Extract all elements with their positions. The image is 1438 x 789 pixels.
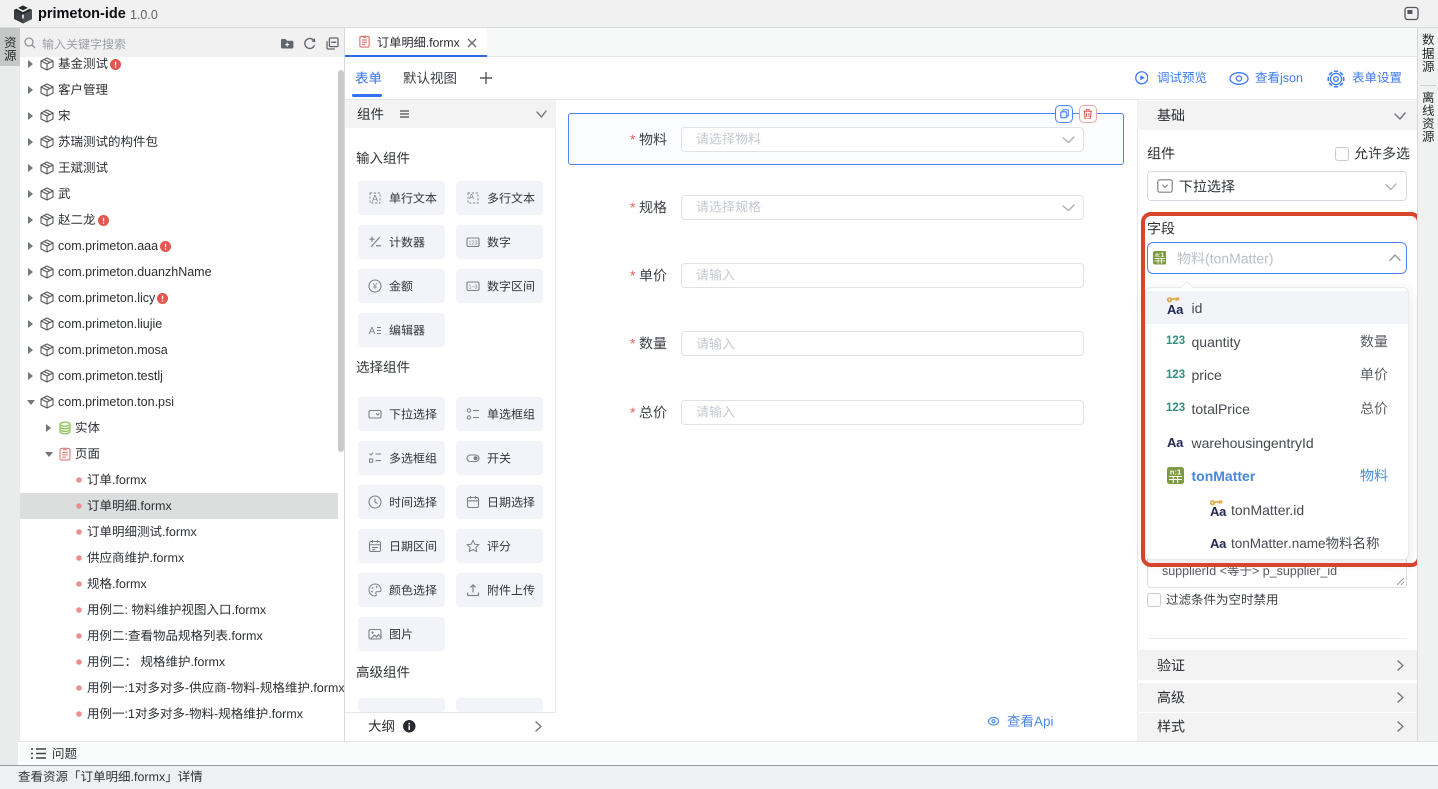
- svg-text:123: 123: [468, 241, 477, 247]
- svg-text:A: A: [368, 326, 375, 337]
- svg-text:¥: ¥: [371, 282, 377, 291]
- svg-text:A: A: [468, 192, 473, 201]
- svg-text:1~3: 1~3: [468, 284, 477, 290]
- svg-text:A: A: [371, 193, 377, 203]
